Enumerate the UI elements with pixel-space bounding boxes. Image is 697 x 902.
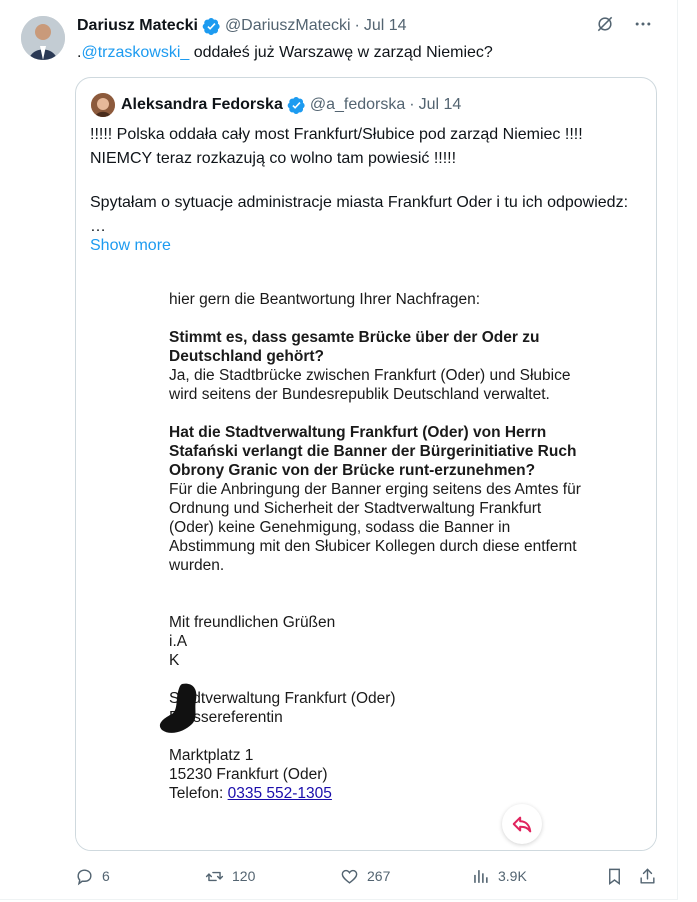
doc-street: Marktplatz 1: [169, 747, 254, 764]
retweet-icon: [205, 871, 224, 881]
quoted-author-avatar[interactable]: [91, 93, 115, 117]
doc-answer-1: Ja, die Stadtbrücke zwischen Frankfurt (…: [169, 367, 571, 403]
author-avatar[interactable]: [21, 16, 65, 60]
bookmark-icon: [609, 868, 620, 885]
doc-signature-line: K: [169, 652, 180, 669]
views-count: 3.9K: [498, 868, 527, 884]
tweet-date[interactable]: Jul 14: [364, 16, 407, 36]
like-action[interactable]: 267: [340, 862, 390, 890]
quoted-author-handle: @a_fedorska: [309, 96, 406, 113]
tweet-text-body: oddałeś już Warszawę w zarząd Niemiec?: [189, 44, 493, 61]
share-action[interactable]: [638, 862, 657, 890]
quoted-text-line: Spytałam o sytuacje administracje miasta…: [90, 194, 629, 235]
doc-intro: hier gern die Beantwortung Ihrer Nachfra…: [169, 291, 481, 308]
quoted-header-separator: ·: [409, 96, 415, 113]
tweet-text: .@trzaskowski_ oddałeś już Warszawę w za…: [77, 43, 493, 63]
verified-badge-icon: [287, 96, 305, 114]
reply-icon: [77, 868, 92, 885]
verified-badge-icon: [202, 17, 220, 35]
doc-spacer: [169, 594, 589, 613]
doc-signature-line: i.A: [169, 633, 188, 650]
more-options-icon[interactable]: [633, 14, 653, 34]
reply-action[interactable]: 6: [75, 862, 110, 890]
doc-phone: Telefon: 0335 552-1305: [169, 784, 589, 803]
doc-organization: Stadtverwaltung Frankfurt (Oder): [169, 690, 396, 707]
share-icon: [640, 868, 655, 884]
tweet-card: Dariusz Matecki @DariuszMatecki · Jul 14…: [0, 0, 678, 900]
grok-icon[interactable]: [595, 14, 615, 34]
back-arrow-icon: [512, 816, 532, 833]
views-icon: [474, 869, 488, 883]
action-bar: 6 120 267 3.9K: [75, 862, 665, 890]
doc-answer-2: Für die Anbringung der Banner erging sei…: [169, 481, 581, 574]
retweet-action[interactable]: 120: [205, 862, 255, 890]
quoted-text: !!!!! Polska oddała cały most Frankfurt/…: [90, 123, 640, 239]
quoted-text-line: !!!!! Polska oddała cały most Frankfurt/…: [90, 126, 583, 143]
reply-count: 6: [102, 868, 110, 884]
attached-document-image[interactable]: hier gern die Beantwortung Ihrer Nachfra…: [76, 264, 656, 850]
doc-closing: Mit freundlichen Grüßen: [169, 614, 336, 631]
document-text: hier gern die Beantwortung Ihrer Nachfra…: [169, 290, 589, 803]
show-more-link[interactable]: Show more: [90, 235, 171, 257]
quoted-author-name[interactable]: Aleksandra Fedorska: [121, 95, 283, 115]
reply-back-button[interactable]: [502, 804, 542, 844]
redaction-blot: [159, 683, 197, 733]
header-separator: ·: [354, 17, 360, 34]
doc-phone-link[interactable]: 0335 552-1305: [228, 785, 332, 802]
retweet-count: 120: [232, 868, 256, 884]
doc-question-2: Hat die Stadtverwaltung Frankfurt (Oder)…: [169, 424, 577, 479]
doc-phone-label: Telefon:: [169, 785, 228, 802]
bookmark-action[interactable]: [605, 862, 624, 890]
author-handle[interactable]: @DariuszMatecki: [225, 16, 351, 36]
author-name[interactable]: Dariusz Matecki: [77, 16, 198, 36]
doc-role: Pressereferentin: [169, 709, 283, 726]
like-count: 267: [367, 868, 391, 884]
quoted-tweet-date: Jul 14: [418, 96, 462, 113]
top-actions: [595, 14, 653, 34]
quoted-text-line: NIEMCY teraz rozkazują co wolno tam powi…: [90, 150, 457, 167]
heart-icon: [341, 869, 358, 884]
doc-city: 15230 Frankfurt (Oder): [169, 766, 328, 783]
views-action[interactable]: 3.9K: [471, 862, 527, 890]
tweet-header: Dariusz Matecki @DariuszMatecki · Jul 14: [77, 16, 407, 36]
quoted-text-spacer: [90, 171, 640, 191]
quoted-tweet[interactable]: Aleksandra Fedorska @a_fedorska · Jul 14…: [75, 77, 657, 851]
doc-question-1: Stimmt es, dass gesamte Brücke über der …: [169, 329, 540, 365]
quoted-header: Aleksandra Fedorska @a_fedorska · Jul 14: [121, 95, 461, 115]
mention-link[interactable]: @trzaskowski_: [81, 44, 189, 61]
